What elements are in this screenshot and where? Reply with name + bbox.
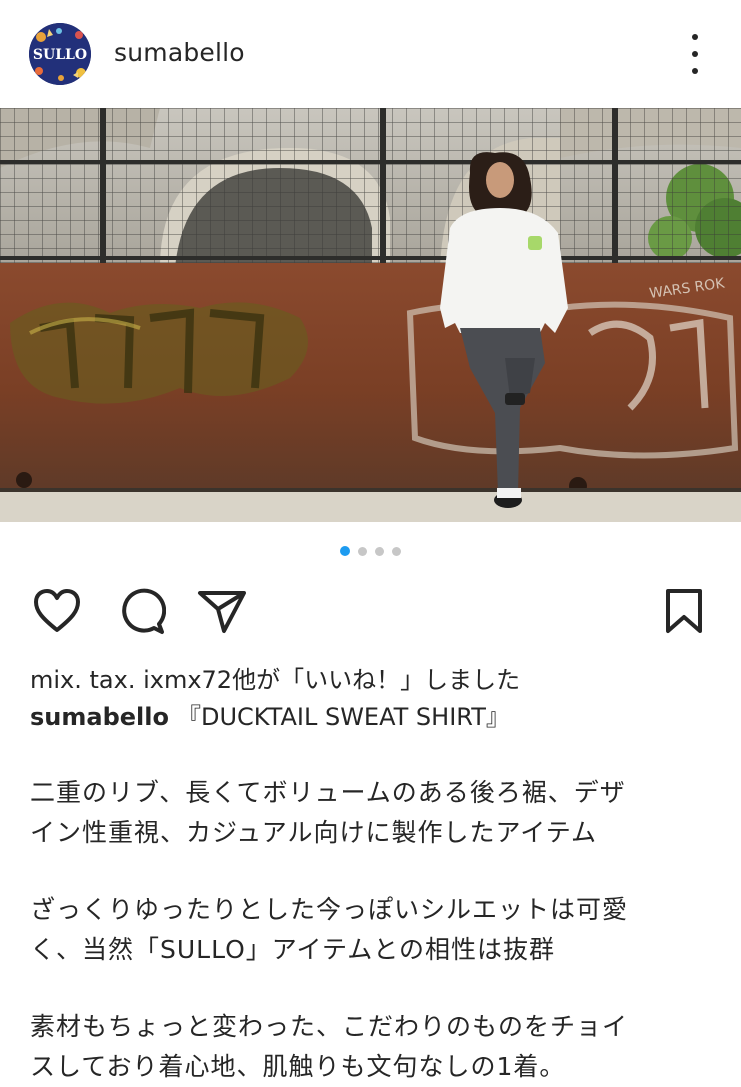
- caption-line: 二重のリブ、長くてボリュームのある後ろ裾、デザ: [30, 778, 626, 807]
- more-vertical-icon[interactable]: [680, 34, 710, 74]
- carousel-dot-active: [340, 546, 350, 556]
- comment-icon[interactable]: [114, 584, 168, 638]
- bookmark-icon[interactable]: [657, 584, 711, 638]
- caption-line: イン性重視、カジュアル向けに製作したアイテム: [30, 818, 598, 847]
- caption-line: 素材もちょっと変わった、こだわりのものをチョイ: [30, 1012, 629, 1041]
- action-bar: [0, 584, 741, 640]
- likes-text[interactable]: mix. tax. ixmx72他が「いいね！」しました: [30, 662, 720, 699]
- avatar[interactable]: SULLO: [29, 23, 91, 85]
- carousel-dot: [392, 546, 401, 556]
- carousel-dot: [375, 546, 384, 556]
- post-header: SULLO sumabello: [0, 0, 741, 108]
- caption-paragraph: 二重のリブ、長くてボリュームのある後ろ裾、デザ イン性重視、カジュアル向けに製作…: [30, 773, 720, 853]
- post-text: mix. tax. ixmx72他が「いいね！」しました sumabello 『D…: [30, 662, 720, 1087]
- caption-title: 『DUCKTAIL SWEAT SHIRT』: [176, 703, 510, 731]
- avatar-logo: SULLO: [29, 23, 91, 85]
- caption-line: ざっくりゆったりとした今っぽいシルエットは可愛: [30, 895, 629, 924]
- username[interactable]: sumabello: [114, 38, 245, 67]
- caption-header: sumabello 『DUCKTAIL SWEAT SHIRT』: [30, 699, 720, 736]
- heart-icon[interactable]: [30, 584, 84, 638]
- send-icon[interactable]: [195, 584, 249, 638]
- caption-line: く、当然「SULLO」アイテムとの相性は抜群: [30, 935, 556, 964]
- post-image[interactable]: WARS ROK: [0, 108, 741, 522]
- carousel-dot: [358, 546, 367, 556]
- caption-line: スしており着心地、肌触りも文句なしの1着。: [30, 1052, 566, 1081]
- caption-username[interactable]: sumabello: [30, 703, 169, 731]
- caption-paragraph: ざっくりゆったりとした今っぽいシルエットは可愛 く、当然「SULLO」アイテムと…: [30, 890, 720, 970]
- carousel-indicator: [0, 546, 741, 560]
- svg-text:SULLO: SULLO: [33, 47, 87, 63]
- caption-paragraph: 素材もちょっと変わった、こだわりのものをチョイ スしており着心地、肌触りも文句な…: [30, 1007, 720, 1087]
